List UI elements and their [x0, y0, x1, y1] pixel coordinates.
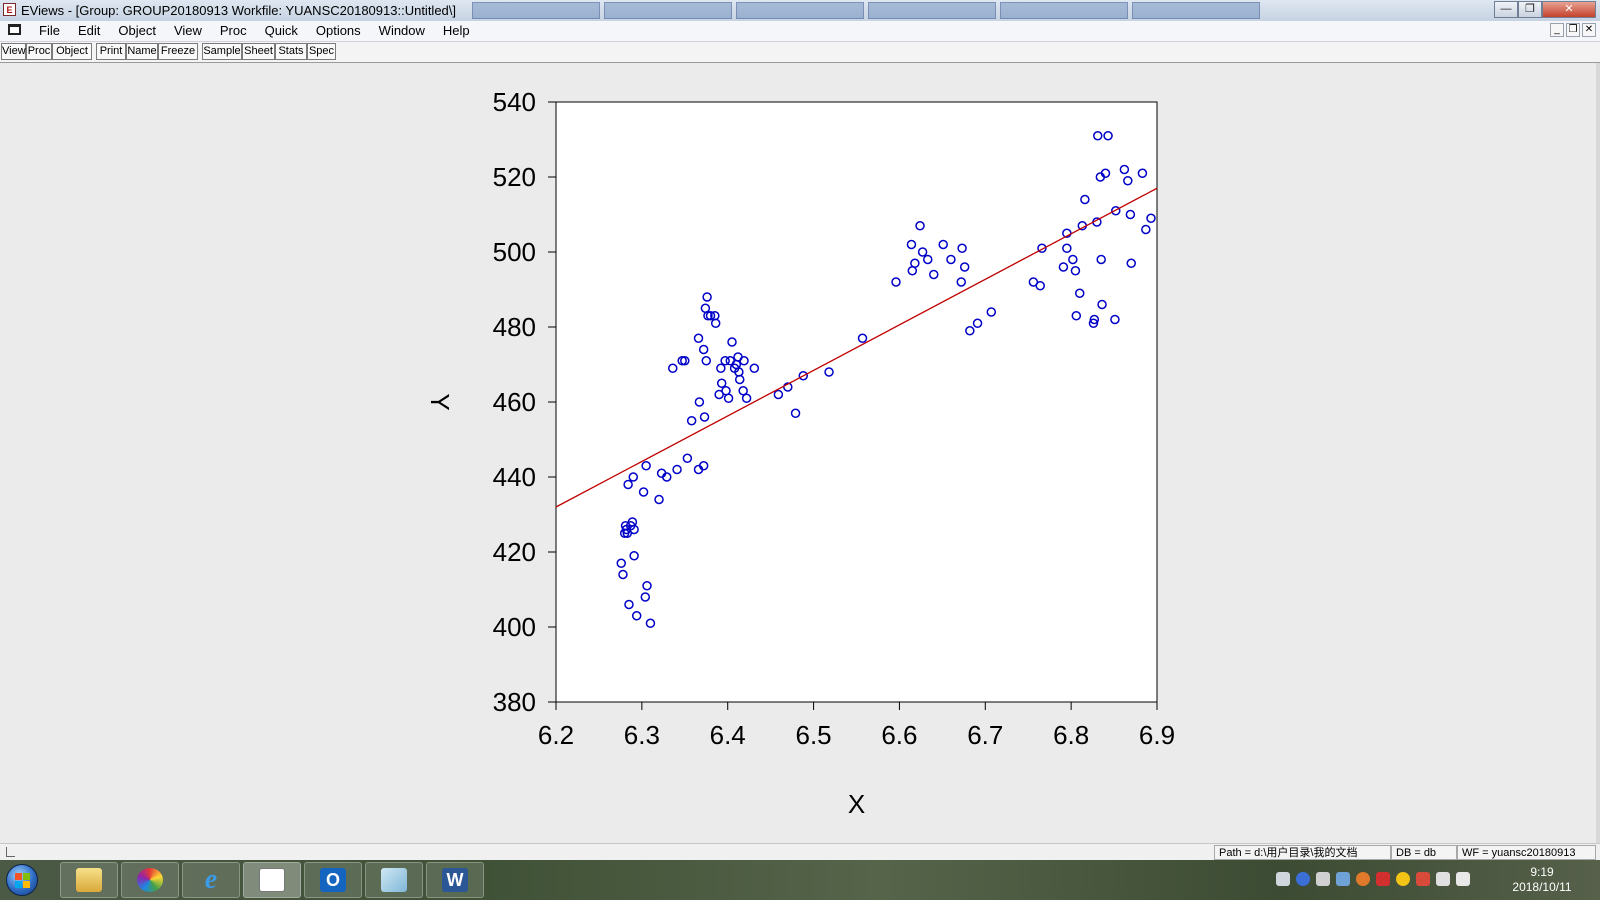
y-tick-label: 460	[493, 387, 536, 417]
y-tick-label: 440	[493, 462, 536, 492]
antivirus-icon[interactable]	[1376, 872, 1390, 886]
x-tick-label: 6.6	[881, 720, 917, 750]
taskbar-word[interactable]: W	[426, 862, 484, 898]
volume-icon[interactable]	[1456, 872, 1470, 886]
clock[interactable]: 9:19 2018/10/11	[1500, 865, 1584, 895]
y-tick-label: 520	[493, 162, 536, 192]
help-icon[interactable]	[1296, 872, 1310, 886]
clock-date: 2018/10/11	[1512, 880, 1572, 894]
x-tick-label: 6.8	[1053, 720, 1089, 750]
x-tick-label: 6.9	[1139, 720, 1175, 750]
x-axis-label: X	[848, 789, 865, 819]
alert-icon[interactable]	[1416, 872, 1430, 886]
network-icon[interactable]	[1436, 872, 1450, 886]
y-tick-label: 480	[493, 312, 536, 342]
weibo-icon[interactable]	[1356, 872, 1370, 886]
x-tick-label: 6.7	[967, 720, 1003, 750]
resize-grip-icon[interactable]	[6, 847, 15, 857]
status-path: Path = d:\用户目录\我的文档	[1214, 845, 1391, 860]
y-tick-label: 420	[493, 537, 536, 567]
update-icon[interactable]	[1396, 872, 1410, 886]
internet-explorer-icon: e	[204, 864, 218, 895]
taskbar-eviews[interactable]	[243, 862, 301, 898]
start-button[interactable]	[6, 864, 38, 896]
status-db: DB = db	[1391, 845, 1457, 860]
taskbar-picasa[interactable]	[121, 862, 179, 898]
notepad-icon	[381, 868, 407, 892]
status-wf: WF = yuansc20180913	[1457, 845, 1596, 860]
plot-area	[555, 101, 1158, 703]
eviews-chart-icon	[259, 868, 285, 892]
windows-logo-icon	[15, 873, 22, 880]
tray-settings-icon[interactable]	[1316, 872, 1330, 886]
folder-icon	[76, 868, 102, 892]
x-tick-label: 6.5	[795, 720, 831, 750]
x-tick-label: 6.3	[624, 720, 660, 750]
system-tray	[1276, 872, 1470, 886]
y-tick-label: 380	[493, 687, 536, 717]
taskbar-outlook[interactable]: O	[304, 862, 362, 898]
taskbar-explorer[interactable]	[60, 862, 118, 898]
scatter-chart: 380 400 420 440 460 480 500 520 540 6.2 6.3 6.4 6.5…	[425, 87, 1175, 819]
picasa-icon	[137, 868, 163, 892]
windows-logo-icon	[15, 881, 22, 888]
windows-logo-icon	[23, 873, 30, 880]
y-tick-label: 400	[493, 612, 536, 642]
clock-time: 9:19	[1530, 865, 1554, 879]
network-manager-icon[interactable]	[1336, 872, 1350, 886]
x-tick-label: 6.2	[538, 720, 574, 750]
outlook-icon: O	[320, 868, 346, 892]
y-tick-label: 540	[493, 87, 536, 117]
status-bar: Path = d:\用户目录\我的文档 DB = db WF = yuansc2…	[0, 843, 1600, 861]
windows-taskbar: e O W 9:19 2018/10/11	[0, 860, 1600, 900]
y-tick-label: 500	[493, 237, 536, 267]
windows-logo-icon	[23, 881, 30, 888]
y-axis-label: Y	[425, 393, 455, 410]
taskbar-notepad[interactable]	[365, 862, 423, 898]
taskbar-internet-explorer[interactable]: e	[182, 862, 240, 898]
word-icon: W	[442, 868, 468, 892]
keyboard-icon[interactable]	[1276, 872, 1290, 886]
x-tick-label: 6.4	[710, 720, 746, 750]
